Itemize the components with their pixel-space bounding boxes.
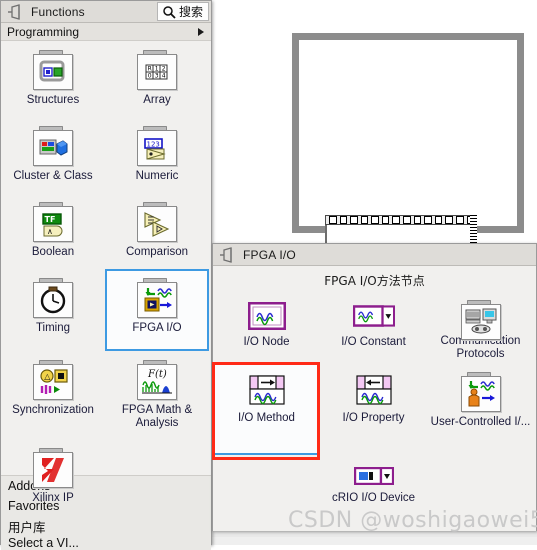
numeric-folder-icon: 123 <box>136 126 178 166</box>
user-controlled-io-folder-icon <box>460 372 502 412</box>
footer-item-select-a-vi[interactable]: Select a VI... <box>1 536 211 550</box>
pin-icon[interactable] <box>7 3 25 20</box>
palette-item-fpga-io[interactable]: FPGA I/O <box>105 269 209 351</box>
array-folder-icon: R12 034 <box>136 50 178 90</box>
functions-palette-titlebar: Functions 搜索 <box>1 1 211 23</box>
fpga-io-subpalette-body: FPGA I/O方法节点 I/O Node I/O Constant Commu… <box>213 266 536 531</box>
palette-item-cluster-class[interactable]: Cluster & Class <box>1 117 105 193</box>
palette-item-array[interactable]: R12 034 Array <box>105 41 209 117</box>
fpga-io-subpalette-title: FPGA I/O <box>243 247 296 262</box>
svg-text:1: 1 <box>155 66 159 73</box>
palette-item-label: Array <box>143 94 171 106</box>
palette-item-label: User-Controlled I/... <box>430 416 531 428</box>
palette-item-label: Comparison <box>126 246 188 258</box>
palette-item-synchronization[interactable]: △ Synchronization <box>1 351 105 439</box>
fpga-io-subpalette-titlebar: FPGA I/O <box>213 244 536 266</box>
palette-item-io-property[interactable]: I/O Property <box>320 363 427 455</box>
footer-item-user-library[interactable]: 用户库 <box>1 516 211 536</box>
communication-protocols-folder-icon <box>460 300 502 340</box>
functions-palette-window: Functions 搜索 Programming Structures R 1 … <box>0 0 212 550</box>
sequence-top-bar <box>325 215 475 225</box>
palette-item-numeric[interactable]: 123 Numeric <box>105 117 209 193</box>
fpga-io-subpalette-window: FPGA I/O FPGA I/O方法节点 I/O Node I/O Const… <box>212 243 537 531</box>
svg-text:F(t): F(t) <box>147 369 167 380</box>
palette-item-xilinx-ip[interactable]: Xilinx IP <box>1 439 105 515</box>
io-property-icon <box>353 372 395 408</box>
palette-item-io-node[interactable]: I/O Node <box>213 291 320 363</box>
palette-item-label: FPGA I/O <box>132 322 182 334</box>
svg-text:3: 3 <box>155 73 159 80</box>
palette-item-label: Numeric <box>135 170 179 182</box>
pin-icon[interactable] <box>219 246 237 263</box>
palette-item-user-controlled-io[interactable]: User-Controlled I/... <box>427 363 534 455</box>
palette-item-label: Boolean <box>31 246 75 258</box>
crio-io-device-icon <box>353 464 395 488</box>
watermark: CSDN @woshigaowei5146 <box>288 508 537 533</box>
search-button[interactable]: 搜索 <box>156 2 209 21</box>
palette-item-label: I/O Node <box>243 336 290 348</box>
svg-text:123: 123 <box>147 140 160 148</box>
fpga-io-item-grid: I/O Node I/O Constant Communication Prot… <box>213 291 536 527</box>
palette-item-boolean[interactable]: TF ∧ Boolean <box>1 193 105 269</box>
chevron-right-icon[interactable] <box>198 27 204 36</box>
palette-item-label: Xilinx IP <box>32 492 74 504</box>
while-loop-structure <box>292 33 524 233</box>
search-button-label: 搜索 <box>178 5 203 19</box>
functions-item-grid: Structures R12 034 Array Cluster & Class… <box>1 41 211 515</box>
palette-item-communication-protocols[interactable]: Communication Protocols <box>427 291 534 363</box>
fpga-io-folder-icon <box>136 278 178 318</box>
palette-item-label: I/O Constant <box>341 336 406 348</box>
svg-text:TF: TF <box>45 215 56 224</box>
svg-text:∧: ∧ <box>47 227 53 236</box>
palette-item-label: I/O Method <box>238 412 295 424</box>
io-constant-icon <box>352 300 395 332</box>
search-icon <box>163 5 176 19</box>
footer-item-label: Select a VI... <box>8 536 79 550</box>
palette-item-label: Structures <box>26 94 80 106</box>
synchronization-folder-icon: △ <box>32 360 74 400</box>
palette-item-label: cRIO I/O Device <box>331 492 416 504</box>
xilinx-ip-folder-icon <box>32 448 74 488</box>
timing-folder-icon <box>32 278 74 318</box>
structures-folder-icon <box>32 50 74 90</box>
palette-item-label: I/O Property <box>342 412 405 424</box>
palette-item-label: Synchronization <box>12 404 94 416</box>
palette-item-structures[interactable]: Structures <box>1 41 105 117</box>
fpga-math-analysis-folder-icon: F(t) <box>136 360 178 400</box>
breadcrumb-label: Programming <box>7 24 80 39</box>
footer-item-label: 用户库 <box>8 520 46 535</box>
palette-item-fpga-math-analysis[interactable]: F(t) FPGA Math & Analysis <box>105 351 209 439</box>
io-node-icon <box>246 300 288 332</box>
palette-item-label: FPGA Math & Analysis <box>121 404 193 429</box>
palette-item-comparison[interactable]: Comparison <box>105 193 209 269</box>
palette-item-io-constant[interactable]: I/O Constant <box>320 291 427 363</box>
palette-item-timing[interactable]: Timing <box>1 269 105 351</box>
comparison-folder-icon <box>136 202 178 242</box>
cluster-class-folder-icon <box>32 126 74 166</box>
functions-palette-body: Structures R12 034 Array Cluster & Class… <box>1 41 211 504</box>
io-method-icon <box>246 372 288 408</box>
svg-text:4: 4 <box>162 73 166 80</box>
palette-item-label: Timing <box>35 322 71 334</box>
subpalette-caption: FPGA I/O方法节点 <box>324 274 425 288</box>
svg-text:R: R <box>148 66 152 73</box>
svg-text:△: △ <box>44 372 51 381</box>
svg-text:0: 0 <box>148 73 152 80</box>
palette-item-label: Cluster & Class <box>13 170 93 182</box>
breadcrumb[interactable]: Programming <box>1 23 211 41</box>
svg-text:2: 2 <box>162 66 166 73</box>
functions-palette-title: Functions <box>31 4 85 19</box>
palette-item-io-method[interactable]: I/O Method <box>213 363 320 455</box>
boolean-folder-icon: TF ∧ <box>32 202 74 242</box>
